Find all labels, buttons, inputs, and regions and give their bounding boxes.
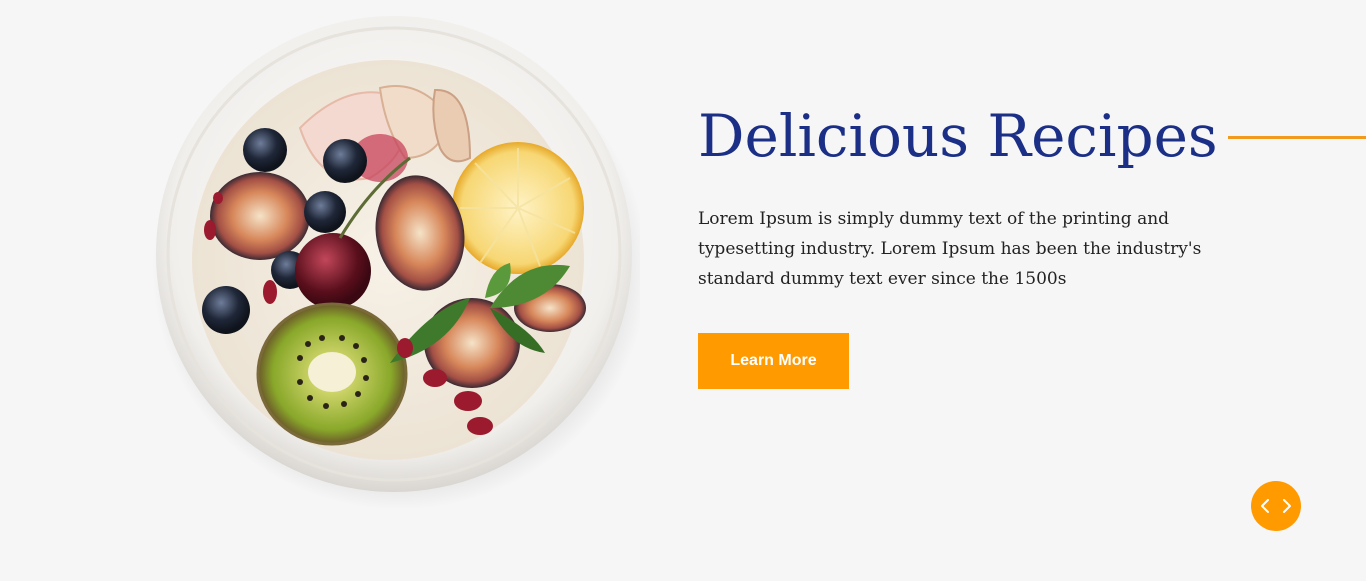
hero-description: Lorem Ipsum is simply dummy text of the …	[698, 209, 1202, 289]
chevron-left-icon[interactable]	[1257, 496, 1273, 516]
hero-slide: Delicious Recipes Lorem Ipsum is simply …	[0, 0, 1366, 581]
page-title: Delicious Recipes	[698, 102, 1218, 170]
fruit-bowl-image	[150, 8, 640, 508]
title-row: Delicious Recipes	[698, 96, 1366, 176]
learn-more-button[interactable]: Learn More	[698, 333, 849, 389]
chevron-right-icon[interactable]	[1279, 496, 1295, 516]
slider-pager	[1251, 481, 1301, 531]
title-underline-accent	[1227, 135, 1366, 139]
